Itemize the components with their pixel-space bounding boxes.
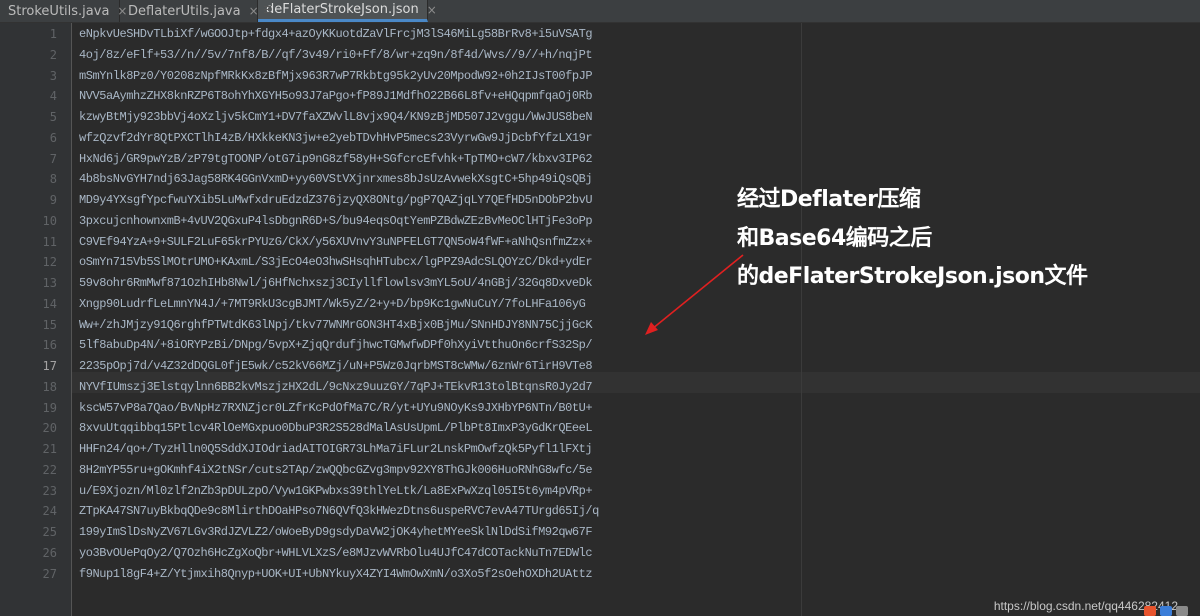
system-tray-icons [1140, 604, 1200, 616]
line-number: 6 [49, 130, 57, 145]
line-number: 10 [42, 213, 57, 228]
line-number-gutter[interactable]: 1 2 3 4 5 6 7 8 9 10 11 12 13 14 15 16 17 18 19 20 21 22 23 24 2… [0, 23, 72, 616]
line-number: 4 [49, 89, 57, 104]
code-line[interactable]: 4oj/8z/eFlf+53//n//5v/7nf8/B//qf/3v49/ri… [79, 48, 593, 62]
line-number: 16 [42, 338, 57, 353]
line-number: 24 [42, 504, 57, 519]
line-number: 5 [49, 110, 57, 124]
code-line[interactable]: HHFn24/qo+/TyzHlln0Q5SddXJIOdriadAITOIGR… [79, 442, 593, 456]
line-number: 14 [42, 296, 57, 311]
code-line[interactable]: 4b8bsNvGYH7ndj63Jag58RK4GGnVxmD+yy60VStV… [79, 172, 593, 186]
code-line[interactable]: mSmYnlk8Pz0/Y0208zNpfMRkKx8zBfMjx963R7wP… [79, 69, 593, 83]
code-line[interactable]: u/E9Xjozn/Ml0zlf2nZb3pDULzpO/Vyw1GKPwbxs… [79, 484, 593, 498]
line-number: 21 [42, 442, 57, 456]
line-number: 18 [42, 379, 57, 394]
code-line[interactable]: 2235pOpj7d/v4Z32dDQGL0fjE5wk/c52kV66MZj/… [79, 359, 593, 373]
line-number: 11 [42, 234, 57, 249]
annotation-line-3: 的deFlaterStrokeJson.json文件 [737, 264, 1088, 289]
code-line[interactable]: kzwyBtMjy923bbVj4oXzljv5kCmY1+DV7faXZWvl… [79, 110, 593, 124]
line-number: 3 [49, 68, 57, 83]
line-number: 9 [49, 193, 57, 207]
code-line[interactable]: oSmYn715Vb5SlMOtrUMO+KAxmL/S3jEcO4eO3hwS… [79, 255, 593, 269]
code-line[interactable]: kscW57vP8a7Qao/BvNpHz7RXNZjcr0LZfrKcPdOf… [79, 401, 593, 415]
tray-logo-icon [1144, 606, 1156, 616]
annotation-line-2: 和Base64编码之后 [737, 226, 932, 251]
right-margin-guide [801, 23, 802, 616]
tab-deflater-stroke-json[interactable]: deFlaterStrokeJson.json × [258, 0, 437, 22]
code-line[interactable]: 8H2mYP55ru+gOKmhf4iX2tNSr/cuts2TAp/zwQQb… [79, 463, 593, 477]
annotation-line-1: 经过Deflater压缩 [737, 187, 921, 212]
code-line[interactable]: Ww+/zhJMjzy91Q6rghfPTWtdK63lNpj/tkv77WNM… [79, 318, 593, 332]
tab-stroke-utils[interactable]: StrokeUtils.java × [0, 0, 127, 22]
tab-deflater-utils[interactable]: DeflaterUtils.java × [120, 0, 259, 22]
code-line[interactable]: NYVfIUmszj3Elstqylnn6BB2kvMszjzHX2dL/9cN… [79, 380, 593, 394]
line-number: 20 [42, 421, 57, 436]
code-line[interactable]: 59v8ohr6RmMwf871OzhIHb8Nwl/j6HfNchxszj3C… [79, 276, 593, 290]
tab-label: StrokeUtils.java [8, 3, 110, 19]
line-number: 12 [42, 255, 57, 270]
line-number: 8 [49, 172, 57, 187]
line-number: 13 [42, 276, 57, 290]
editor-tab-bar: StrokeUtils.java × DeflaterUtils.java × … [0, 0, 1200, 23]
code-line[interactable]: ZTpKA47SN7uyBkbqQDe9c8MlirthDOaHPso7N6QV… [79, 504, 599, 518]
line-number: 2 [49, 47, 57, 62]
line-number: 17 [42, 359, 57, 373]
tray-ime-icon [1160, 606, 1172, 616]
arrow-line [651, 254, 744, 330]
line-number: 23 [42, 483, 57, 498]
arrow-head [645, 322, 658, 335]
line-number: 27 [42, 566, 57, 581]
line-number: 26 [42, 545, 57, 560]
code-line[interactable]: NVV5aAymhzZHX8knRZP6T8ohYhXGYH5o93J7aPgo… [79, 89, 593, 103]
code-line[interactable]: 8xvuUtqqibbq15Ptlcv4RlOeMGxpuo0DbuP3R2S5… [79, 421, 593, 435]
code-line[interactable]: 3pxcujcnhownxmB+4vUV2QGxuP4lsDbgnR6D+S/b… [79, 214, 593, 228]
tab-label: DeflaterUtils.java [128, 3, 241, 19]
line-number: 15 [42, 317, 57, 332]
line-number: 19 [42, 400, 57, 415]
code-line[interactable]: yo3BvOUePqOy2/Q7Ozh6HcZgXoQbr+WHLVLXzS/e… [79, 546, 593, 560]
line-number: 22 [42, 462, 57, 477]
line-number: 7 [49, 151, 57, 166]
close-icon[interactable]: × [427, 4, 437, 16]
code-line[interactable]: C9VEf94YzA+9+SULF2LuF65krPYUzG/CkX/y56XU… [79, 235, 593, 249]
code-line[interactable]: 199yImSlDsNyZV67LGv3RdJZVLZ2/oWoeByD9gsd… [79, 525, 593, 539]
code-line[interactable]: 5lf8abuDp4N/+8iORYPzBi/DNpg/5vpX+ZjqQrdu… [79, 338, 593, 352]
line-number: 1 [49, 27, 57, 41]
tab-label: deFlaterStrokeJson.json [266, 2, 419, 17]
code-line[interactable]: MD9y4YXsgfYpcfwuYXib5LuMwfxdruEdzdZ376jz… [79, 193, 593, 207]
code-line[interactable]: HxNd6j/GR9pwYzB/zP79tgTOONP/otG7ip9nG8zf… [79, 152, 593, 166]
code-line[interactable]: eNpkvUeSHDvTLbiXf/wGOOJtp+fdgx4+azOyKKuo… [79, 27, 593, 41]
code-line[interactable]: Xngp90LudrfLeLmnYN4J/+7MT9RkU3cgBJMT/Wk5… [79, 297, 586, 311]
code-line[interactable]: wfzQzvf2dYr8QtPXCTlhI4zB/HXkkeKN3jw+e2ye… [79, 131, 593, 145]
code-line[interactable]: f9Nup1l8gF4+Z/Ytjmxih8Qnyp+UOK+UI+UbNYku… [79, 567, 593, 581]
tray-misc-icon [1176, 606, 1188, 616]
line-number: 25 [42, 525, 57, 539]
